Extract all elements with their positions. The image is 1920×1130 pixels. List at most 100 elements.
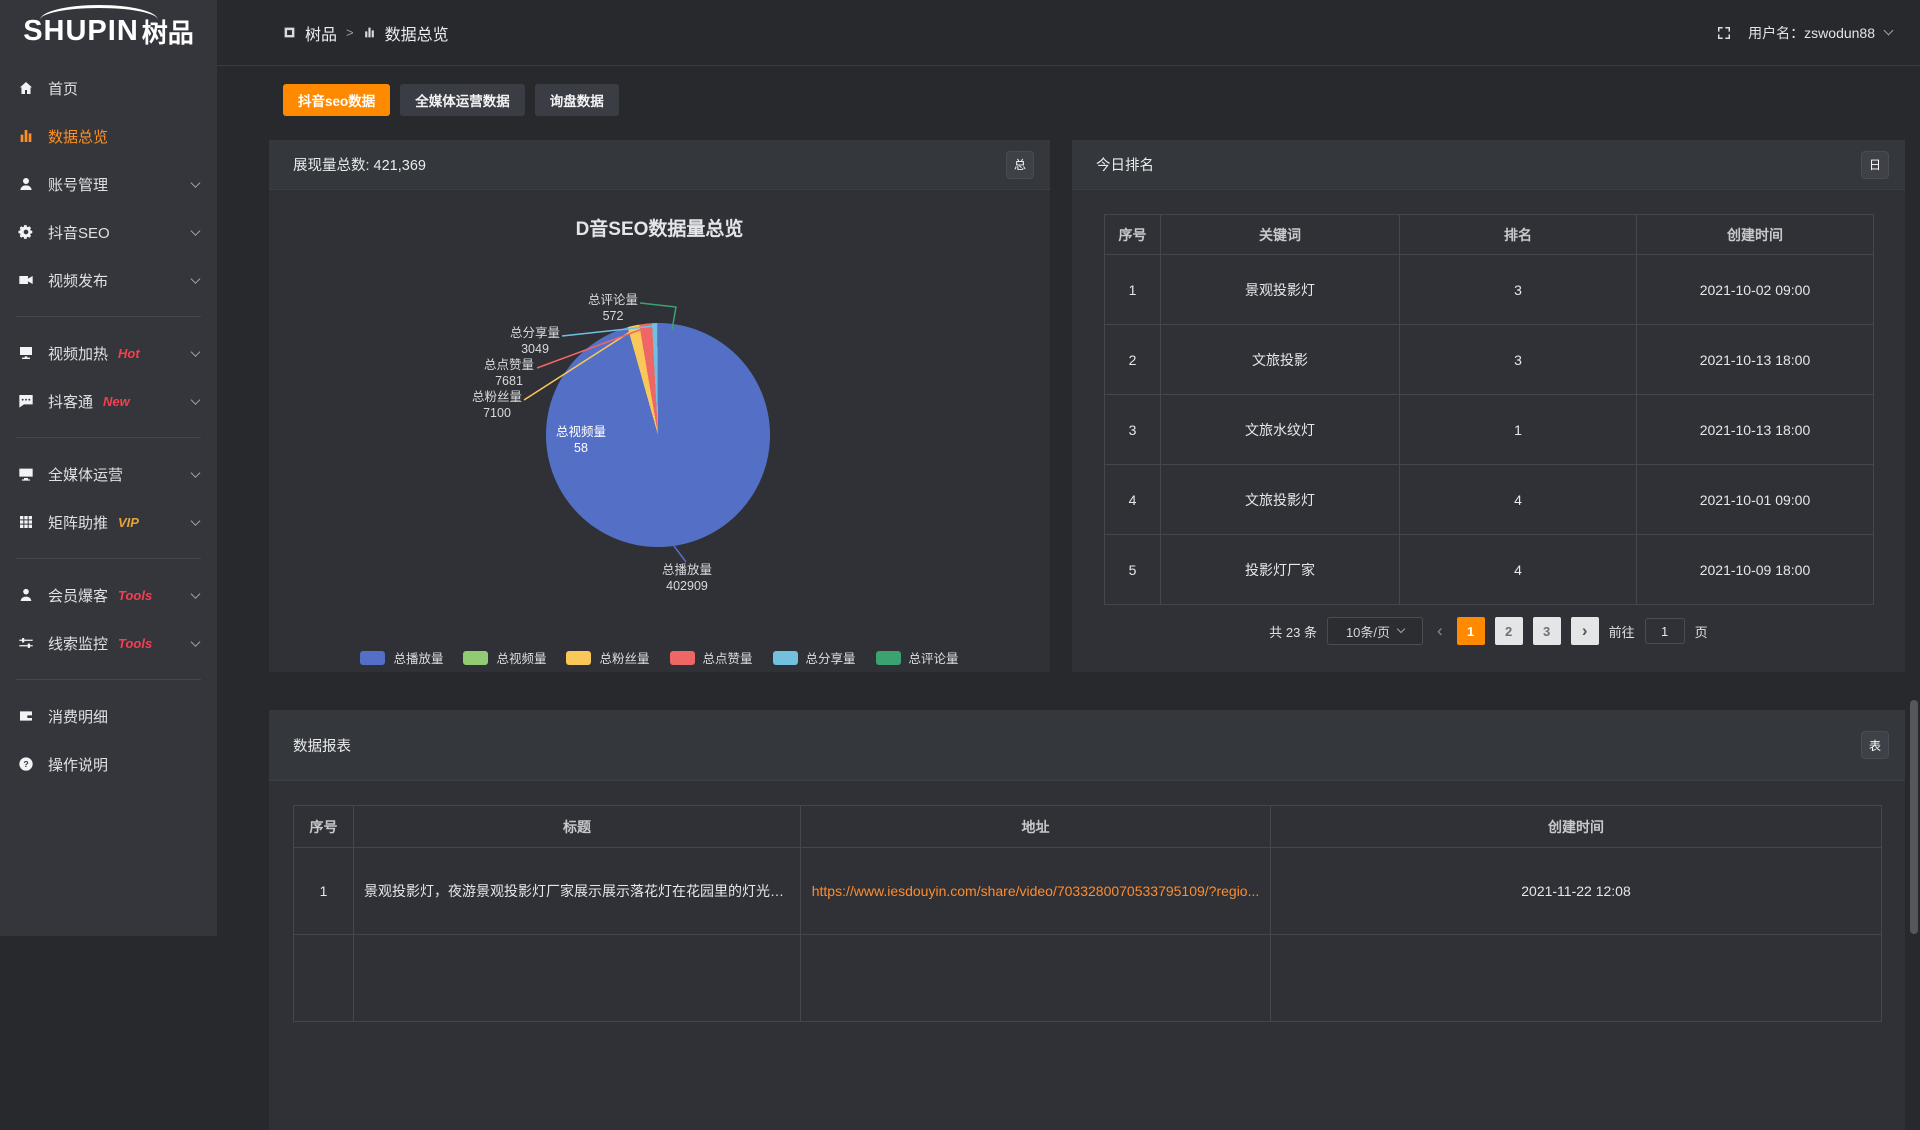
column-header: 创建时间 <box>1637 215 1874 255</box>
logo[interactable]: SHUPIN 树品 <box>0 0 217 62</box>
sidebar-item-label: 矩阵助推 <box>48 512 108 533</box>
sidebar-item-badge: Hot <box>118 346 140 361</box>
breadcrumb-root[interactable]: 树品 <box>305 21 337 45</box>
tab-bar: 抖音seo数据全媒体运营数据询盘数据 <box>283 84 619 116</box>
sidebar-item-badge: Tools <box>118 636 152 651</box>
column-header: 标题 <box>354 806 801 848</box>
svg-text:?: ? <box>23 759 28 769</box>
page-number-group: 123 <box>1457 617 1561 645</box>
data-report-panel: 数据报表 表 序号标题地址创建时间 1景观投影灯，夜游景观投影灯厂家展示展示落花… <box>269 710 1905 1130</box>
sidebar-item-label: 视频发布 <box>48 270 108 291</box>
bar-chart-icon <box>363 26 376 39</box>
table-row <box>294 935 1882 1022</box>
chevron-down-icon <box>191 637 201 647</box>
legend-label: 总播放量 <box>393 648 443 667</box>
report-panel-title: 数据报表 <box>293 735 351 756</box>
breadcrumb-current[interactable]: 数据总览 <box>385 21 449 45</box>
page-number-2[interactable]: 2 <box>1495 617 1523 645</box>
sidebar-divider <box>16 679 201 680</box>
report-table-header-row: 序号标题地址创建时间 <box>294 806 1882 848</box>
total-view-button[interactable]: 总 <box>1006 151 1034 179</box>
day-view-button[interactable]: 日 <box>1861 151 1889 179</box>
table-cell: 投影灯厂家 <box>1161 535 1400 605</box>
legend-item[interactable]: 总点赞量 <box>670 648 753 667</box>
user-label: 用户名：zswodun88 <box>1748 23 1875 43</box>
prev-page-button[interactable]: ‹ <box>1433 621 1447 641</box>
sidebar-item-label: 抖音SEO <box>48 222 110 243</box>
chevron-down-icon <box>191 395 201 405</box>
pie-label-comments: 总评论量572 <box>588 292 638 324</box>
legend-swatch <box>670 651 695 665</box>
sidebar-item-matrix[interactable]: 矩阵助推VIP <box>0 498 217 546</box>
pie-label-fans: 总粉丝量7100 <box>472 389 522 421</box>
chevron-down-icon <box>191 178 201 188</box>
monitor-icon <box>18 345 34 361</box>
column-header: 创建时间 <box>1271 806 1882 848</box>
table-cell: 3 <box>1400 325 1637 395</box>
tab-inquiry[interactable]: 询盘数据 <box>535 84 619 116</box>
user-icon <box>18 176 34 192</box>
sidebar-item-publish[interactable]: 视频发布 <box>0 256 217 304</box>
legend-item[interactable]: 总评论量 <box>876 648 959 667</box>
chart-title: D音SEO数据量总览 <box>269 214 1050 241</box>
tab-media-ops[interactable]: 全媒体运营数据 <box>400 84 525 116</box>
legend-item[interactable]: 总视频量 <box>463 648 546 667</box>
table-cell: 2021-10-13 18:00 <box>1637 395 1874 465</box>
sidebar-item-help[interactable]: ?操作说明 <box>0 740 217 788</box>
sidebar-item-douketong[interactable]: 抖客通New <box>0 377 217 425</box>
sidebar-item-home[interactable]: 首页 <box>0 64 217 112</box>
table-view-button[interactable]: 表 <box>1861 731 1889 759</box>
tab-douyin-seo[interactable]: 抖音seo数据 <box>283 84 390 116</box>
ranking-panel-title: 今日排名 <box>1096 154 1154 175</box>
table-cell: 2021-11-22 12:08 <box>1271 848 1882 935</box>
user-menu[interactable]: 用户名：zswodun88 <box>1748 23 1892 43</box>
pagination-total: 共 23 条 <box>1269 622 1317 641</box>
sidebar-item-seo[interactable]: 抖音SEO <box>0 208 217 256</box>
pie-label-plays: 总播放量402909 <box>662 562 712 594</box>
sidebar-item-badge: New <box>103 394 130 409</box>
table-cell: 1 <box>294 848 354 935</box>
table-cell: 2 <box>1105 325 1161 395</box>
page-size-select[interactable]: 10条/页 <box>1327 617 1423 645</box>
chevron-down-icon <box>1397 625 1405 633</box>
fullscreen-icon[interactable] <box>1716 25 1732 41</box>
sidebar-item-leads[interactable]: 线索监控Tools <box>0 619 217 667</box>
legend-item[interactable]: 总粉丝量 <box>566 648 649 667</box>
next-page-button[interactable]: › <box>1571 617 1599 645</box>
legend-item[interactable]: 总播放量 <box>360 648 443 667</box>
sliders-icon <box>18 635 34 651</box>
table-cell: 文旅投影 <box>1161 325 1400 395</box>
sidebar-item-expense[interactable]: 消费明细 <box>0 692 217 740</box>
impressions-total: 展现量总数: 421,369 <box>293 154 426 175</box>
chat-icon <box>18 393 34 409</box>
chart-panel-header: 展现量总数: 421,369 总 <box>269 140 1050 190</box>
sidebar-item-member[interactable]: 会员爆客Tools <box>0 571 217 619</box>
table-cell: 1 <box>1400 395 1637 465</box>
table-cell: 2021-10-09 18:00 <box>1637 535 1874 605</box>
table-cell: 2021-10-13 18:00 <box>1637 325 1874 395</box>
legend-swatch <box>463 651 488 665</box>
report-table: 序号标题地址创建时间 1景观投影灯，夜游景观投影灯厂家展示展示落花灯在花园里的灯… <box>293 805 1882 1022</box>
page-scrollbar[interactable] <box>1910 700 1918 934</box>
chevron-down-icon <box>191 516 201 526</box>
chevron-down-icon <box>191 226 201 236</box>
breadcrumb: 树品 > 数据总览 <box>283 21 449 45</box>
table-cell: 2021-10-01 09:00 <box>1637 465 1874 535</box>
table-cell: 1 <box>1105 255 1161 325</box>
table-cell <box>294 935 354 1022</box>
sidebar-item-overview[interactable]: 数据总览 <box>0 112 217 160</box>
goto-page-input[interactable] <box>1645 618 1685 644</box>
page-number-3[interactable]: 3 <box>1533 617 1561 645</box>
sidebar-item-account[interactable]: 账号管理 <box>0 160 217 208</box>
ranking-panel-header: 今日排名 日 <box>1072 140 1905 190</box>
pie-chart-area: D音SEO数据量总览 总播放量402909 总视频量58 总粉丝量7100 总点… <box>269 190 1050 672</box>
page-number-1[interactable]: 1 <box>1457 617 1485 645</box>
sidebar-item-heat[interactable]: 视频加热Hot <box>0 329 217 377</box>
video-title-cell: 景观投影灯，夜游景观投影灯厂家展示展示落花灯在花园里的灯光投影应用效果 # <box>354 848 801 935</box>
chevron-down-icon <box>1884 26 1894 36</box>
video-icon <box>18 272 34 288</box>
video-link[interactable]: https://www.iesdouyin.com/share/video/70… <box>801 848 1271 935</box>
sidebar-item-media[interactable]: 全媒体运营 <box>0 450 217 498</box>
table-row: 1景观投影灯32021-10-02 09:00 <box>1105 255 1874 325</box>
legend-item[interactable]: 总分享量 <box>773 648 856 667</box>
